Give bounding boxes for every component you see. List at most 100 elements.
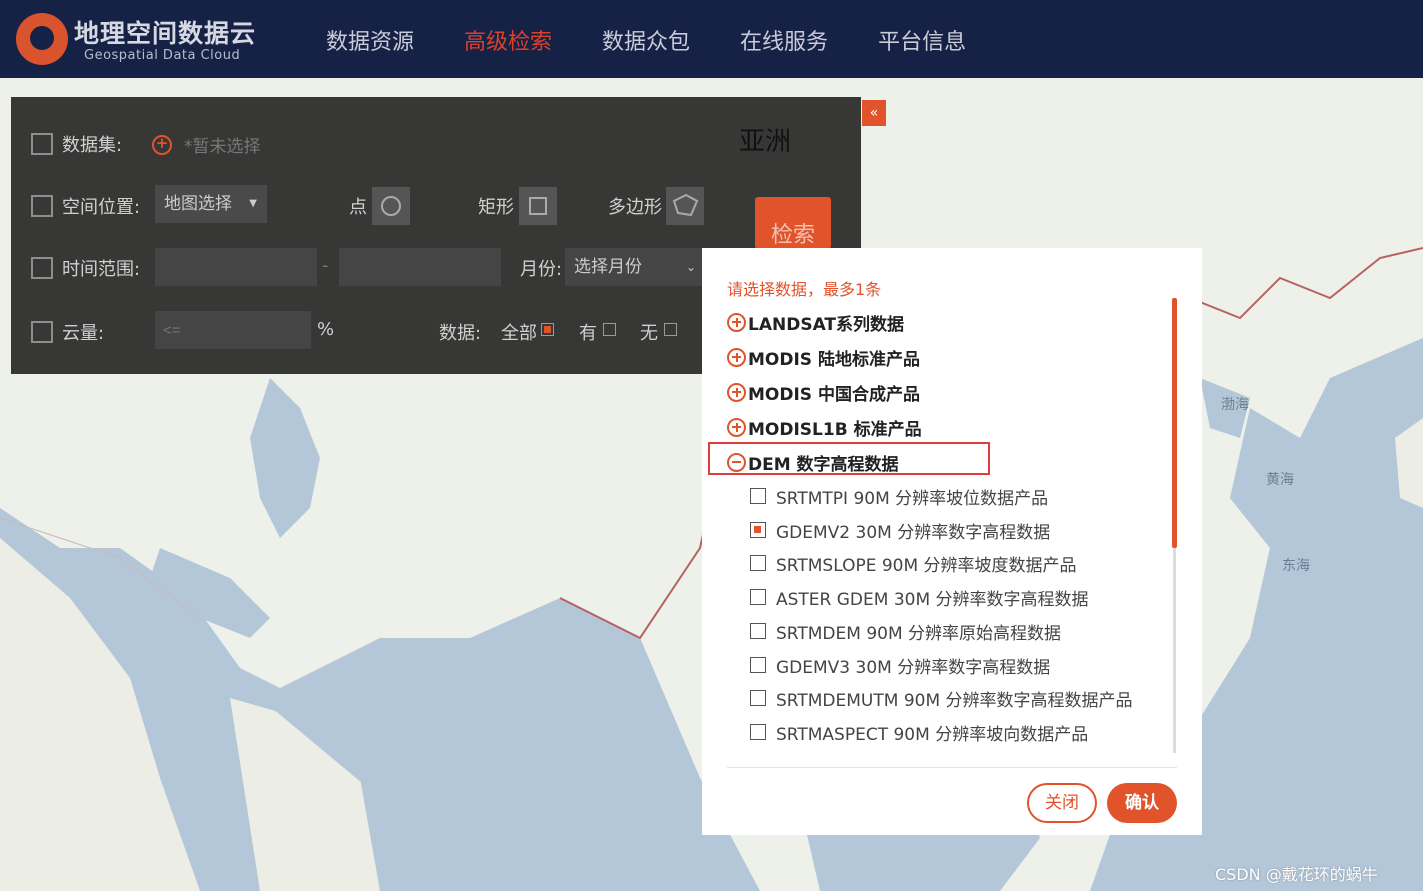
category-label: MODISL1B 标准产品	[748, 419, 922, 440]
data-label: 数据:	[439, 323, 482, 344]
time-separator: -	[322, 255, 329, 276]
item-label: GDEMV2 30M 分辨率数字高程数据	[776, 522, 1051, 543]
globe-logo-icon	[16, 13, 68, 65]
map-label-donghai: 东海	[1282, 558, 1310, 574]
checkbox[interactable]	[750, 555, 766, 571]
checkbox[interactable]	[750, 488, 766, 504]
divider	[727, 767, 1177, 768]
logo-title: 地理空间数据云	[74, 19, 257, 48]
main-nav: 数据资源 高级检索 数据众包 在线服务 平台信息	[326, 24, 966, 56]
location-label: 空间位置:	[62, 197, 141, 218]
location-icon	[31, 195, 53, 217]
item-label: SRTMASPECT 90M 分辨率坡向数据产品	[776, 724, 1089, 745]
dataset-select-modal: 请选择数据，最多1条 LANDSAT系列数据 MODIS 陆地标准产品 MODI…	[702, 248, 1202, 835]
category-modis-land[interactable]: MODIS 陆地标准产品	[727, 343, 920, 371]
list-item[interactable]: GDEMV3 30M 分辨率数字高程数据	[750, 652, 1050, 678]
rectangle-tool-button[interactable]	[519, 187, 557, 225]
category-label: LANDSAT系列数据	[748, 314, 905, 335]
dataset-icon	[31, 133, 53, 155]
location-select-value: 地图选择	[164, 194, 232, 214]
cloud-input[interactable]	[155, 311, 311, 349]
region-label: 亚洲	[739, 127, 792, 157]
month-label: 月份:	[520, 259, 563, 280]
expand-plus-icon	[727, 312, 746, 332]
checkbox[interactable]	[750, 690, 766, 706]
checkbox[interactable]	[750, 522, 766, 538]
checkbox[interactable]	[750, 589, 766, 605]
expand-plus-icon	[727, 417, 746, 437]
modal-hint: 请选择数据，最多1条	[727, 280, 882, 299]
cloud-label: 云量:	[62, 323, 105, 344]
confirm-button[interactable]: 确认	[1107, 783, 1177, 823]
nav-advanced-search[interactable]: 高级检索	[464, 24, 552, 56]
calendar-icon	[31, 257, 53, 279]
item-label: GDEMV3 30M 分辨率数字高程数据	[776, 657, 1051, 678]
logo-subtitle: Geospatial Data Cloud	[84, 48, 241, 63]
category-landsat[interactable]: LANDSAT系列数据	[727, 308, 904, 336]
polygon-tool-button[interactable]	[666, 187, 704, 225]
category-label: DEM 数字高程数据	[748, 454, 899, 475]
end-date-input[interactable]	[339, 248, 501, 286]
dataset-label: 数据集:	[62, 135, 123, 156]
checkbox[interactable]	[750, 724, 766, 740]
category-label: MODIS 中国合成产品	[748, 384, 920, 405]
opt-all-checkbox[interactable]	[541, 323, 554, 336]
polygon-label: 多边形	[608, 197, 662, 218]
item-label: SRTMDEM 90M 分辨率原始高程数据	[776, 623, 1062, 644]
opt-has-checkbox[interactable]	[603, 323, 616, 336]
opt-all-label: 全部	[501, 323, 537, 344]
list-item[interactable]: SRTMTPI 90M 分辨率坡位数据产品	[750, 483, 1048, 509]
cloud-unit: %	[317, 319, 335, 340]
collapse-panel-button[interactable]: «	[862, 100, 886, 126]
opt-none-label: 无	[640, 323, 658, 344]
category-modis-china[interactable]: MODIS 中国合成产品	[727, 378, 920, 406]
start-date-input[interactable]	[155, 248, 317, 286]
search-button[interactable]: 检索	[755, 197, 831, 249]
location-select[interactable]: 地图选择 ▼	[155, 185, 267, 223]
item-label: SRTMDEMUTM 90M 分辨率数字高程数据产品	[776, 690, 1133, 711]
list-item[interactable]: SRTMDEM 90M 分辨率原始高程数据	[750, 618, 1061, 644]
month-select[interactable]: 选择月份 ⌄	[565, 248, 703, 286]
nav-crowdsourcing[interactable]: 数据众包	[602, 24, 690, 56]
category-dem[interactable]: DEM 数字高程数据	[727, 448, 899, 476]
watermark: CSDN @戴花环的蜗牛	[1215, 865, 1378, 884]
category-modisl1b[interactable]: MODISL1B 标准产品	[727, 413, 922, 441]
add-dataset-icon[interactable]	[152, 134, 172, 155]
expand-plus-icon	[727, 347, 746, 367]
collapse-minus-icon	[727, 452, 746, 472]
rectangle-icon	[529, 197, 547, 215]
checkbox[interactable]	[750, 623, 766, 639]
nav-platform-info[interactable]: 平台信息	[878, 24, 966, 56]
scrollbar-thumb[interactable]	[1172, 298, 1177, 548]
opt-has-label: 有	[579, 323, 597, 344]
target-icon	[381, 196, 401, 216]
expand-plus-icon	[727, 382, 746, 402]
map-label-bohai: 渤海	[1221, 397, 1249, 413]
opt-none-checkbox[interactable]	[664, 323, 677, 336]
list-item[interactable]: SRTMDEMUTM 90M 分辨率数字高程数据产品	[750, 685, 1133, 711]
nav-data-resources[interactable]: 数据资源	[326, 24, 414, 56]
point-tool-button[interactable]	[372, 187, 410, 225]
list-item[interactable]: SRTMASPECT 90M 分辨率坡向数据产品	[750, 719, 1088, 745]
polygon-icon	[672, 193, 699, 217]
item-label: ASTER GDEM 30M 分辨率数字高程数据	[776, 589, 1089, 610]
nav-online-services[interactable]: 在线服务	[740, 24, 828, 56]
cloud-icon	[31, 321, 53, 343]
checkbox[interactable]	[750, 657, 766, 673]
time-label: 时间范围:	[62, 259, 141, 280]
point-label: 点	[349, 197, 367, 218]
rect-label: 矩形	[478, 197, 514, 218]
dataset-placeholder[interactable]: *暂未选择	[184, 132, 261, 157]
caret-down-icon: ▼	[249, 198, 257, 209]
list-item[interactable]: SRTMSLOPE 90M 分辨率坡度数据产品	[750, 550, 1077, 576]
chevron-down-icon: ⌄	[685, 260, 696, 274]
category-label: MODIS 陆地标准产品	[748, 349, 920, 370]
close-button[interactable]: 关闭	[1027, 783, 1097, 823]
month-select-value: 选择月份	[574, 257, 642, 277]
item-label: SRTMSLOPE 90M 分辨率坡度数据产品	[776, 555, 1077, 576]
list-item[interactable]: GDEMV2 30M 分辨率数字高程数据	[750, 517, 1050, 543]
top-navbar: 地理空间数据云 Geospatial Data Cloud 数据资源 高级检索 …	[0, 0, 1423, 78]
list-item[interactable]: ASTER GDEM 30M 分辨率数字高程数据	[750, 584, 1089, 610]
item-label: SRTMTPI 90M 分辨率坡位数据产品	[776, 488, 1049, 509]
map-label-huanghai: 黄海	[1266, 472, 1294, 488]
